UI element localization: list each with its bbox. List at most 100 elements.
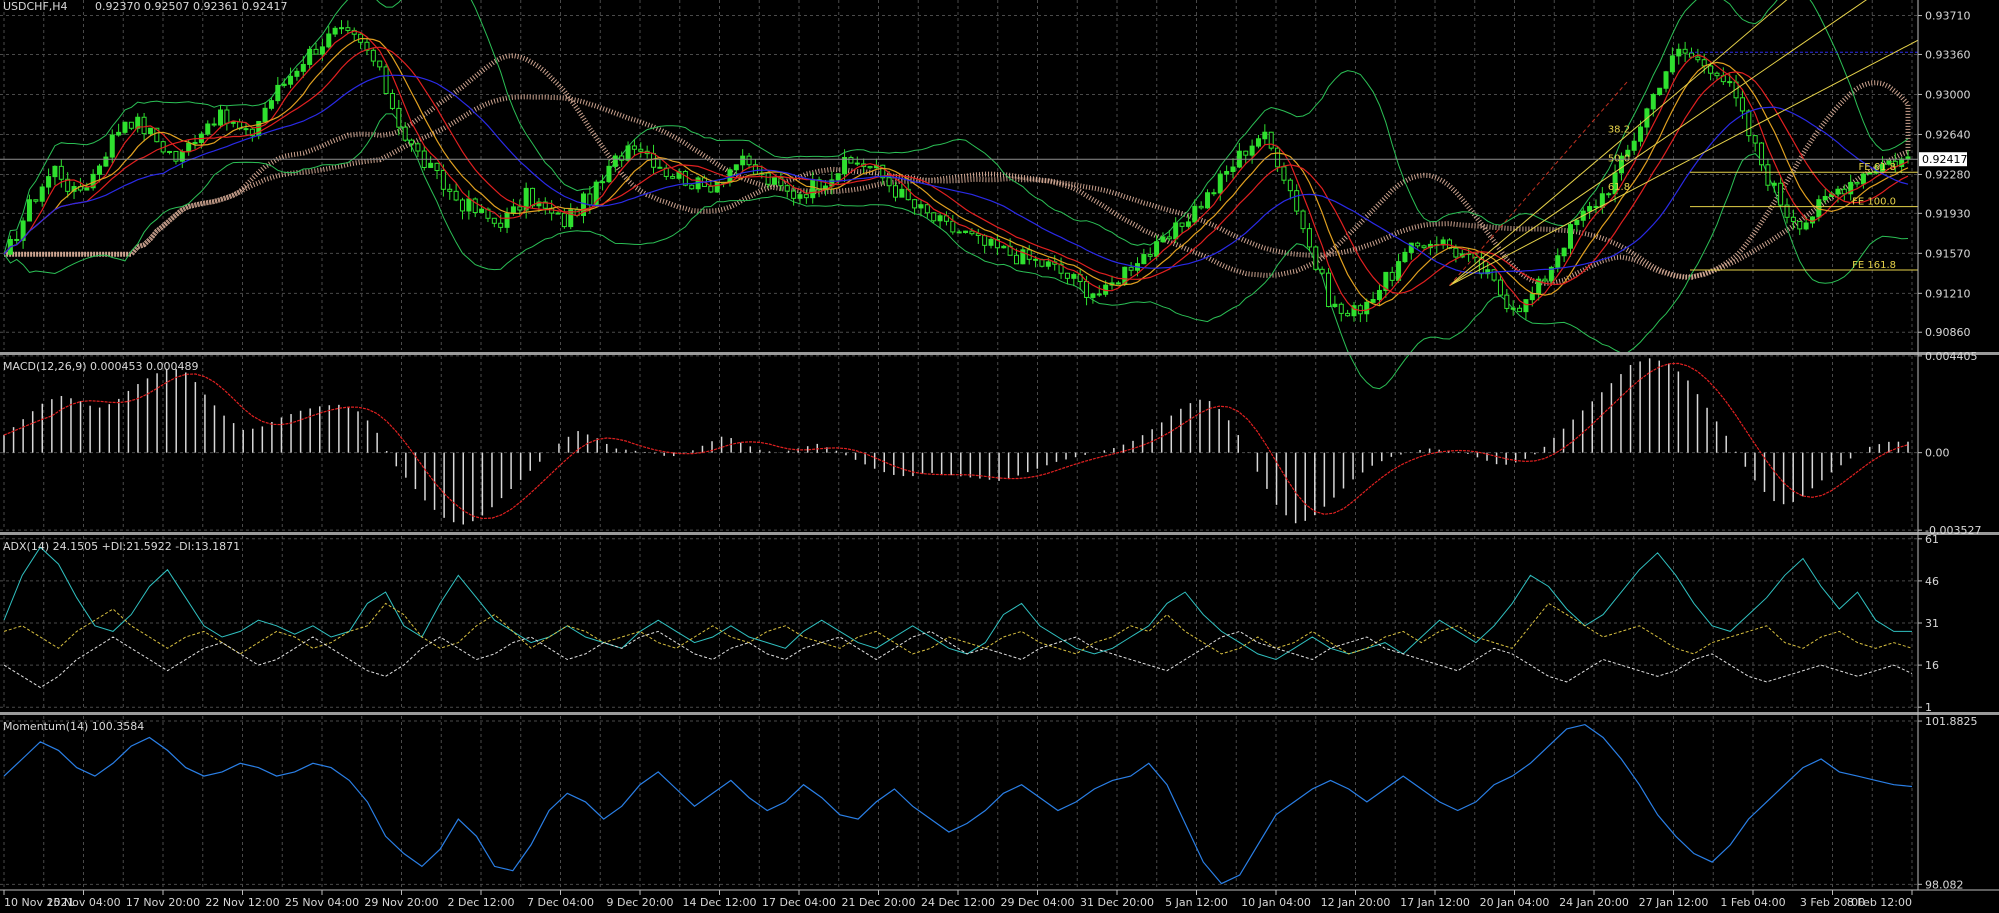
candle-body — [956, 231, 962, 234]
candle-body — [1727, 81, 1733, 84]
candle-body — [1141, 254, 1147, 265]
price-axis-label: 46 — [1925, 575, 1939, 588]
candle-body — [288, 75, 294, 85]
candle-body — [1797, 220, 1803, 230]
candle-body — [230, 121, 236, 124]
candle-body — [714, 181, 720, 193]
candle-body — [1771, 182, 1777, 186]
price-axis-label: 0.93000 — [1925, 88, 1971, 101]
candle-body — [1676, 48, 1682, 57]
candle-body — [1281, 166, 1287, 181]
candle-body — [1638, 126, 1644, 142]
candle-body — [1606, 193, 1612, 196]
candle-body — [447, 188, 453, 192]
candle-body — [638, 148, 644, 152]
price-axis-label: 0.91570 — [1925, 247, 1971, 260]
candle-body — [1682, 48, 1688, 54]
candle-body — [1064, 272, 1070, 279]
price-axis-label: 0.91210 — [1925, 287, 1971, 300]
main-chart-ohlc: 0.92370 0.92507 0.92361 0.92417 — [95, 0, 287, 13]
candle-body — [1090, 293, 1096, 298]
candle-body — [1001, 245, 1007, 249]
candle-body — [211, 123, 217, 126]
candle-body — [1045, 261, 1051, 267]
panel-splitter[interactable] — [0, 712, 1999, 715]
candle-body — [1421, 245, 1427, 249]
candle-body — [1160, 236, 1166, 243]
candle-body — [1402, 251, 1408, 263]
candle-body — [1326, 272, 1332, 308]
candle-body — [1013, 254, 1019, 265]
candle-body — [186, 142, 192, 153]
candle-body — [835, 173, 841, 181]
candle-body — [1128, 266, 1134, 271]
price-axis-label: 0.92280 — [1925, 168, 1971, 181]
panel-splitter[interactable] — [0, 532, 1999, 535]
candle-body — [326, 33, 332, 48]
candle-body — [1370, 299, 1376, 303]
time-axis-label: 17 Dec 04:00 — [762, 896, 836, 909]
candle-body — [1453, 247, 1459, 258]
candle-body — [1364, 301, 1370, 315]
price-axis-label: 16 — [1925, 659, 1939, 672]
candle-body — [963, 230, 969, 233]
adx-title: ADX(14) 24.1505 +DI:21.5922 -DI:13.1871 — [3, 540, 240, 553]
time-axis-label: 21 Dec 20:00 — [842, 896, 916, 909]
chart-canvas[interactable]: FE 61.8FE 100.0FE 161.838.250.061.80.924… — [0, 0, 1999, 913]
candle-body — [1211, 192, 1217, 195]
candle-body — [912, 199, 918, 209]
candle-body — [1268, 131, 1274, 149]
candle-body — [1376, 289, 1382, 301]
price-axis-label: 0.93710 — [1925, 10, 1971, 23]
time-axis-label: 7 Dec 04:00 — [527, 896, 594, 909]
time-axis-label: 24 Jan 20:00 — [1559, 896, 1629, 909]
candle-body — [1185, 221, 1191, 227]
candle-body — [600, 181, 606, 184]
candle-body — [733, 164, 739, 171]
candle-body — [338, 27, 344, 30]
candle-body — [192, 141, 198, 144]
candle-body — [1332, 303, 1338, 308]
candle-body — [797, 194, 803, 199]
candle-body — [58, 165, 64, 180]
candle-body — [1561, 247, 1567, 257]
price-axis-label: 98.082 — [1925, 878, 1964, 891]
time-axis-label: 31 Dec 20:00 — [1080, 896, 1154, 909]
candle-body — [109, 134, 115, 158]
candle-body — [1096, 293, 1102, 296]
candle-body — [498, 222, 504, 228]
time-axis-label: 8 Feb 12:00 — [1847, 896, 1912, 909]
candle-body — [504, 212, 510, 228]
price-axis-label: 31 — [1925, 617, 1939, 630]
candle-body — [1115, 282, 1121, 285]
candle-body — [300, 63, 306, 72]
candle-body — [1338, 303, 1344, 314]
candle-body — [1205, 192, 1211, 209]
fib-fan-label: 38.2 — [1608, 124, 1630, 135]
candle-body — [46, 176, 52, 188]
candle-body — [784, 185, 790, 192]
candle-body — [141, 116, 147, 135]
candle-body — [428, 162, 434, 168]
candle-body — [803, 194, 809, 199]
price-axis-label: 61 — [1925, 533, 1939, 546]
candle-body — [517, 206, 523, 211]
candle-body — [740, 155, 746, 166]
panel-splitter[interactable] — [0, 352, 1999, 355]
time-axis-label: 14 Dec 12:00 — [683, 896, 757, 909]
candle-body — [128, 121, 134, 129]
candle-body — [224, 109, 230, 124]
candle-body — [1739, 97, 1745, 112]
candle-body — [1033, 258, 1039, 261]
candle-body — [459, 199, 465, 212]
candle-body — [281, 83, 287, 86]
current-price-label: 0.92417 — [1922, 153, 1968, 166]
price-axis-label: 101.8825 — [1925, 715, 1978, 728]
candle-body — [1835, 188, 1841, 195]
candle-body — [1230, 166, 1236, 172]
candle-body — [319, 46, 325, 55]
candle-body — [854, 162, 860, 165]
price-axis-label: 0.90860 — [1925, 326, 1971, 339]
candle-body — [1510, 307, 1516, 310]
candle-body — [1568, 224, 1574, 249]
